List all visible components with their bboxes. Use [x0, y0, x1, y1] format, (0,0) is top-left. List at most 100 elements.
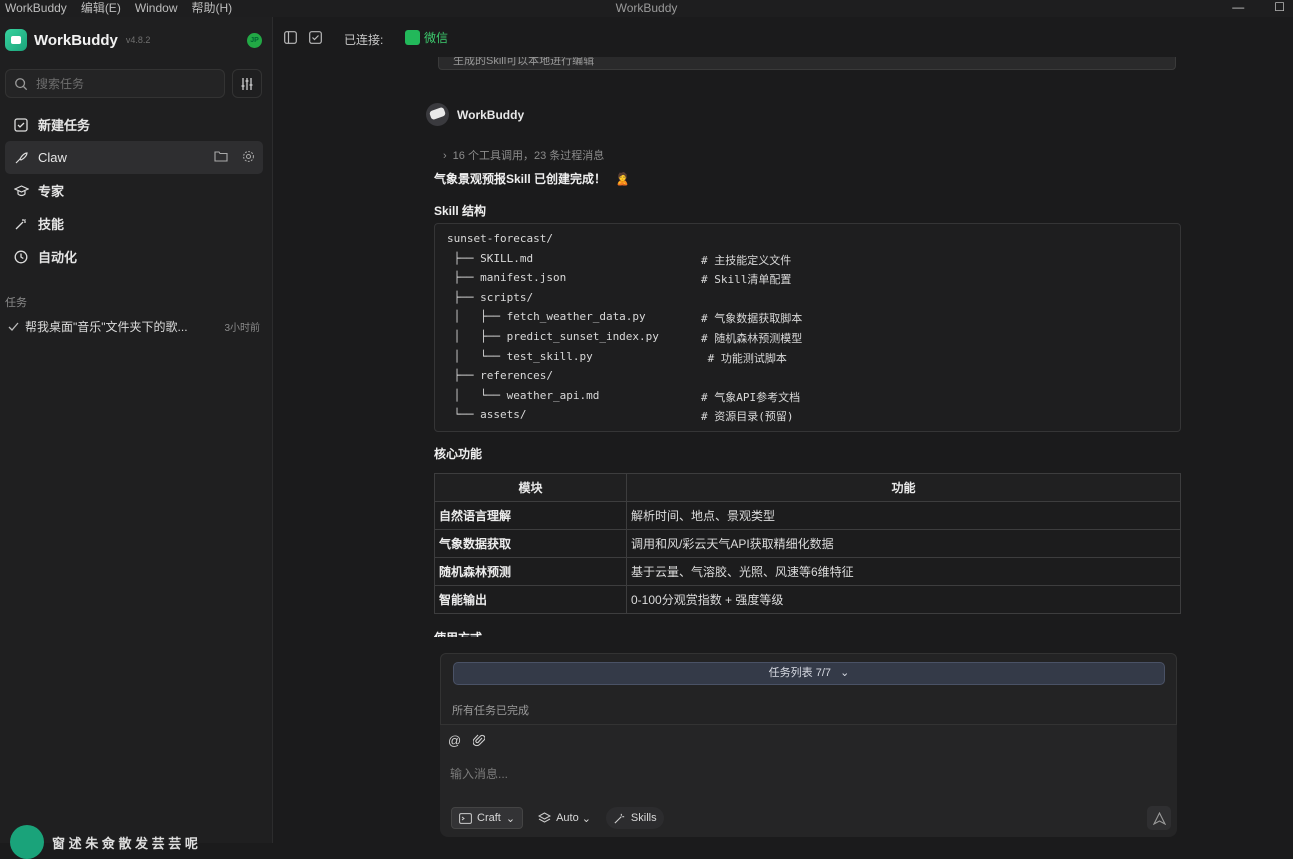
tree-row: │ ├── fetch_weather_data.py # 气象数据获取脚本: [447, 310, 1168, 330]
tree-row: │ └── test_skill.py # 功能测试脚本: [447, 350, 1168, 370]
send-button[interactable]: [1147, 806, 1171, 830]
input-tools: @: [448, 733, 486, 748]
sidebar-item-label: 自动化: [38, 250, 78, 265]
terminal-icon: [459, 812, 472, 824]
table-header: 模块: [434, 473, 627, 502]
chevron-right-icon: ›: [443, 150, 447, 162]
tree-path: ├── manifest.json: [447, 271, 567, 285]
minimize-button[interactable]: —: [1232, 0, 1244, 14]
task-list-toggle[interactable]: 任务列表 7/7 ⌄: [453, 662, 1165, 685]
tree-path: │ ├── fetch_weather_data.py: [447, 310, 646, 324]
channel-name: 微信: [424, 31, 449, 45]
gear-icon[interactable]: [242, 150, 255, 163]
search-input[interactable]: [36, 76, 206, 91]
usage-heading: 使用方式: [434, 629, 482, 637]
connection-label: 已连接:: [344, 33, 384, 47]
task-status: 所有任务已完成: [452, 705, 529, 717]
tree-path: │ └── test_skill.py: [447, 349, 593, 363]
skills-label: Skills: [630, 812, 657, 824]
tree-comment: # 功能测试脚本: [701, 351, 787, 365]
clock-icon: [13, 249, 29, 265]
message-input[interactable]: [450, 767, 1150, 781]
search-box: [5, 69, 225, 98]
table-cell: 解析时间、地点、景观类型: [626, 501, 1181, 530]
layers-icon: [538, 812, 552, 823]
chevron-down-icon: ⌄: [505, 812, 516, 825]
send-icon: [1152, 811, 1166, 825]
title-bar: WorkBuddy 编辑(E) Window 帮助(H) WorkBuddy —…: [0, 0, 1293, 17]
mode-label: Craft: [477, 812, 501, 824]
edit-icon: [13, 117, 29, 133]
status-badge[interactable]: JP: [247, 33, 262, 48]
maximize-button[interactable]: ☐: [1274, 0, 1285, 14]
tree-comment: # 气象数据获取脚本: [701, 312, 803, 326]
bot-name: WorkBuddy: [457, 107, 525, 122]
sidebar-item-label: 专家: [38, 184, 65, 199]
table-header: 功能: [626, 473, 1181, 502]
previous-message: 生成的Skill可以本地进行编辑: [438, 57, 1176, 70]
chevron-down-icon: ⌄: [840, 667, 850, 679]
brand: WorkBuddy v4.8.2: [5, 29, 150, 51]
sidebar-item-new-task[interactable]: 新建任务: [5, 108, 263, 141]
workbuddy-logo-icon: [5, 29, 27, 51]
task-list-item[interactable]: 帮我桌面"音乐"文件夹下的歌... 3小时前: [8, 318, 260, 335]
model-select[interactable]: Auto ⌄: [531, 807, 598, 829]
sidebar-item-automation[interactable]: 自动化: [5, 240, 263, 273]
mention-icon[interactable]: @: [448, 733, 461, 748]
input-box: @ Craft ⌄ Auto ⌄ Skills: [440, 725, 1177, 837]
tree-row: ├── manifest.json # Skill清单配置: [447, 271, 1168, 291]
sidebar-item-label: 技能: [38, 217, 65, 232]
core-heading: 核心功能: [434, 447, 483, 461]
person-emoji-icon: 🙎: [615, 172, 631, 186]
magic-wand-icon: [13, 216, 29, 232]
tree-comment: # 气象API参考文档: [701, 390, 801, 404]
table-row: 智能输出 0-100分观赏指数 + 强度等级: [434, 585, 1181, 614]
table-cell: 0-100分观赏指数 + 强度等级: [626, 585, 1181, 614]
tree-row: ├── scripts/: [447, 291, 1168, 311]
brand-name: WorkBuddy: [34, 31, 118, 49]
chevron-down-icon: ⌄: [581, 812, 591, 825]
tool-calls-summary[interactable]: › 16 个工具调用，23 条过程消息: [443, 147, 604, 163]
composer: 任务列表 7/7 ⌄ 所有任务已完成 @ Craft ⌄ Auto ⌄: [440, 653, 1177, 839]
filter-button[interactable]: [232, 69, 262, 98]
tree-path: └── assets/: [447, 408, 527, 422]
tree-comment: # Skill清单配置: [701, 273, 792, 287]
paperclip-icon[interactable]: [473, 733, 486, 747]
tree-path: │ ├── predict_sunset_index.py: [447, 329, 659, 343]
mode-select[interactable]: Craft ⌄: [451, 807, 524, 829]
task-time: 3小时前: [224, 323, 260, 334]
task-list-label: 任务列表 7/7: [768, 667, 832, 679]
new-task-icon[interactable]: [309, 31, 322, 44]
skills-button[interactable]: Skills: [605, 807, 664, 829]
table-header-row: 模块 功能: [434, 473, 1181, 502]
folder-icon[interactable]: [214, 150, 228, 162]
completion-message: 气象景观预报Skill 已创建完成！ 🙎: [434, 170, 630, 187]
table-cell: 智能输出: [434, 585, 627, 614]
bot-avatar: [426, 103, 449, 126]
graduation-cap-icon: [13, 183, 29, 199]
sidebar-item-claw[interactable]: Claw: [5, 141, 263, 174]
user-profile[interactable]: 窗 述 朱 僉 散 发 芸 芸 呢: [10, 825, 198, 859]
version-label: v4.8.2: [125, 35, 151, 45]
sidebar-item-label: 新建任务: [38, 118, 91, 133]
sidebar-toggle-icon[interactable]: [284, 31, 297, 44]
table-cell: 自然语言理解: [434, 501, 627, 530]
tree-path: sunset-forecast/: [447, 232, 553, 245]
tree-row: │ └── weather_api.md # 气象API参考文档: [447, 389, 1168, 409]
chat-area: 生成的Skill可以本地进行编辑 WorkBuddy › 16 个工具调用，23 …: [274, 57, 1293, 843]
tree-row: ├── SKILL.md # 主技能定义文件: [447, 252, 1168, 272]
composer-toolbar: Craft ⌄ Auto ⌄ Skills: [451, 807, 664, 829]
topbar-icons: [284, 31, 322, 44]
sidebar-item-skills[interactable]: 技能: [5, 207, 263, 240]
table-row: 气象数据获取 调用和风/彩云天气API获取精细化数据: [434, 529, 1181, 558]
wechat-channel[interactable]: 微信: [405, 29, 448, 46]
claw-tools: [214, 150, 255, 163]
tree-path: ├── references/: [447, 369, 553, 383]
check-icon: [8, 322, 19, 331]
sidebar-item-experts[interactable]: 专家: [5, 174, 263, 207]
structure-heading: Skill 结构: [434, 204, 487, 218]
table-cell: 基于云量、气溶胶、光照、风速等6维特征: [626, 557, 1181, 586]
magic-wand-icon: [614, 813, 625, 824]
task-title: 帮我桌面"音乐"文件夹下的歌...: [25, 320, 188, 334]
window-title: WorkBuddy: [615, 1, 678, 15]
